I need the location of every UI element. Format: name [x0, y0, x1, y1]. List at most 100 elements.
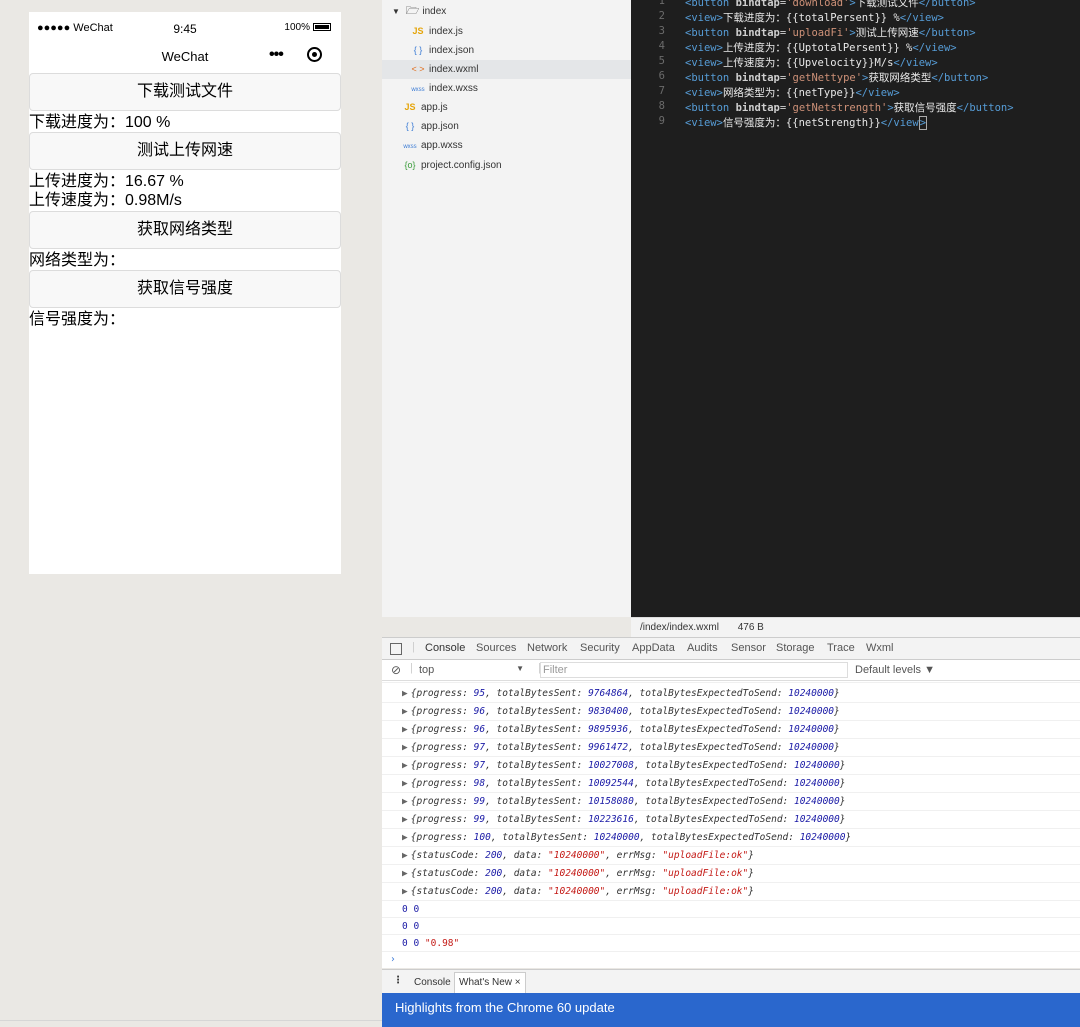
file-item[interactable]: JS app.js [382, 98, 631, 117]
upload-speed-button[interactable]: 测试上传网速 [29, 132, 341, 170]
console-log-row: 0 0 "0.98" [382, 935, 1080, 952]
file-path: /index/index.wxml [640, 622, 719, 633]
close-target-icon[interactable] [307, 47, 322, 62]
line-number: 8 [658, 100, 665, 112]
tab-wxml[interactable]: Wxml [866, 642, 894, 654]
js-file-icon: JS [412, 26, 424, 36]
file-explorer: ▼ 🗁 index JS index.js { } index.json < > ind… [382, 0, 631, 617]
tab-sources[interactable]: Sources [476, 642, 516, 654]
file-name: project.config.json [421, 160, 502, 171]
console-log-row[interactable]: ▶ {progress: 100, totalBytesSent: 1024000… [382, 829, 1080, 847]
console-log-row[interactable]: ▶ {progress: 98, totalBytesSent: 10092544… [382, 775, 1080, 793]
json-file-icon: { } [413, 45, 423, 55]
console-log-row[interactable]: ▶ {progress: 97, totalBytesSent: 9961472,… [382, 739, 1080, 757]
code-line: <view>上传速度为：{{Upvelocity}}M/s</view> [685, 57, 938, 69]
line-number: 3 [658, 25, 665, 37]
more-icon[interactable]: ••• [269, 46, 284, 64]
wxss-file-icon: wxss [403, 144, 417, 150]
code-line: <view>上传进度为：{{UptotalPersent}} %</view> [685, 42, 957, 54]
divider: | [410, 662, 413, 674]
line-number: 4 [658, 40, 665, 52]
code-editor[interactable]: 1 2 3 4 5 6 7 8 9 <button bindtap='downl… [631, 0, 1080, 617]
tab-trace[interactable]: Trace [827, 642, 855, 654]
dropdown-arrow-icon: ▼ [516, 664, 524, 673]
console-log-row[interactable]: ▶ {progress: 99, totalBytesSent: 10158080… [382, 793, 1080, 811]
phone-status-bar: ●●●●● WeChat 9:45 100% [29, 12, 341, 36]
folder-icon: 🗁 [405, 5, 420, 17]
whats-new-banner: Highlights from the Chrome 60 update [382, 993, 1080, 1027]
code-line: <view>下载进度为：{{totalPersent}} %</view> [685, 12, 944, 24]
line-number: 5 [658, 55, 665, 67]
file-name: app.js [421, 102, 448, 113]
tab-security[interactable]: Security [580, 642, 620, 654]
tab-network[interactable]: Network [527, 642, 567, 654]
context-select[interactable]: top ▼ [419, 664, 524, 676]
signal-strength-text: 信号强度为： [29, 311, 126, 328]
download-test-button[interactable]: 下载测试文件 [29, 73, 341, 111]
console-output: ▶ {progress: 95, totalBytesSent: 9764864,… [382, 681, 1080, 968]
file-name: index.js [429, 26, 463, 37]
code-line: <button bindtap='uploadFi'>测试上传网速</butto… [685, 27, 976, 39]
tab-audits[interactable]: Audits [687, 642, 718, 654]
context-value: top [419, 664, 435, 676]
inspect-icon[interactable] [390, 643, 402, 655]
file-name: index.wxss [429, 83, 478, 94]
code-line: <view>网络类型为：{{netType}}</view> [685, 87, 900, 99]
caret-down-icon: ▼ [392, 7, 400, 16]
upload-velocity-text: 上传速度为：0.98M/s [29, 192, 182, 209]
drawer-tab-console[interactable]: Console [414, 977, 451, 988]
file-name: index.json [429, 45, 475, 56]
folder-index[interactable]: ▼ 🗁 index [382, 2, 631, 21]
log-levels-select[interactable]: Default levels ▼ [855, 664, 935, 676]
console-log-row[interactable]: ▶ {statusCode: 200, data: "10240000", err… [382, 847, 1080, 865]
simulator-bottom-bar [0, 1020, 382, 1027]
file-item[interactable]: wxss index.wxss [382, 79, 631, 98]
drawer-menu-icon[interactable]: ⋮ [393, 975, 403, 986]
devtools-drawer: ⋮ Console What's New × [382, 969, 1080, 993]
file-item-selected[interactable]: < > index.wxml [382, 60, 631, 79]
console-log-row: 0 0 [382, 901, 1080, 918]
console-filter-input[interactable]: Filter [540, 662, 848, 678]
config-file-icon: {o} [404, 160, 416, 170]
file-size: 476 B [737, 622, 764, 633]
console-prompt[interactable]: › [382, 951, 1080, 969]
network-type-button[interactable]: 获取网络类型 [29, 211, 341, 249]
file-item[interactable]: wxss app.wxss [382, 136, 631, 155]
js-file-icon: JS [404, 102, 416, 112]
tab-sensor[interactable]: Sensor [731, 642, 766, 654]
code-line: <button bindtap='getNetstrength'>获取信号强度<… [685, 102, 1014, 114]
battery-icon [313, 23, 331, 32]
tab-console[interactable]: Console [418, 642, 472, 662]
file-item[interactable]: { } index.json [382, 41, 631, 60]
line-number: 7 [658, 85, 665, 97]
console-log-row[interactable]: ▶ {progress: 95, totalBytesSent: 9764864,… [382, 685, 1080, 703]
line-number: 6 [658, 70, 665, 82]
network-type-text: 网络类型为： [29, 252, 126, 269]
line-number: 9 [658, 115, 665, 127]
folder-label: index [422, 6, 447, 17]
console-log-row[interactable]: ▶ {progress: 96, totalBytesSent: 9895936,… [382, 721, 1080, 739]
tab-storage[interactable]: Storage [776, 642, 815, 654]
file-name: app.wxss [421, 140, 463, 151]
console-log-row[interactable]: ▶ {progress: 96, totalBytesSent: 9830400,… [382, 703, 1080, 721]
devtools-tab-bar: | Console Sources Network Security AppDa… [382, 637, 1080, 662]
file-item[interactable]: { } app.json [382, 117, 631, 136]
clear-console-icon[interactable]: ⊘ [391, 663, 401, 677]
battery-indicator: 100% [284, 22, 331, 33]
tab-appdata[interactable]: AppData [632, 642, 675, 654]
signal-strength-button[interactable]: 获取信号强度 [29, 270, 341, 308]
nav-title: WeChat [161, 49, 209, 64]
console-log-row: 0 0 [382, 918, 1080, 935]
console-log-row[interactable]: ▶ {progress: 97, totalBytesSent: 10027008… [382, 757, 1080, 775]
drawer-tab-whats-new[interactable]: What's New × [454, 972, 526, 993]
console-log-row[interactable]: ▶ {statusCode: 200, data: "10240000", err… [382, 865, 1080, 883]
json-file-icon: { } [405, 121, 415, 131]
file-name: index.wxml [429, 64, 479, 75]
console-log-row[interactable]: ▶ {progress: 99, totalBytesSent: 10223616… [382, 811, 1080, 829]
download-progress-text: 下载进度为：100 % [29, 114, 171, 131]
divider: | [412, 641, 415, 653]
console-log-row[interactable]: ▶ {statusCode: 200, data: "10240000", err… [382, 883, 1080, 901]
scrolled-row [382, 677, 1080, 683]
file-item[interactable]: {o} project.config.json [382, 156, 631, 175]
file-item[interactable]: JS index.js [382, 22, 631, 41]
